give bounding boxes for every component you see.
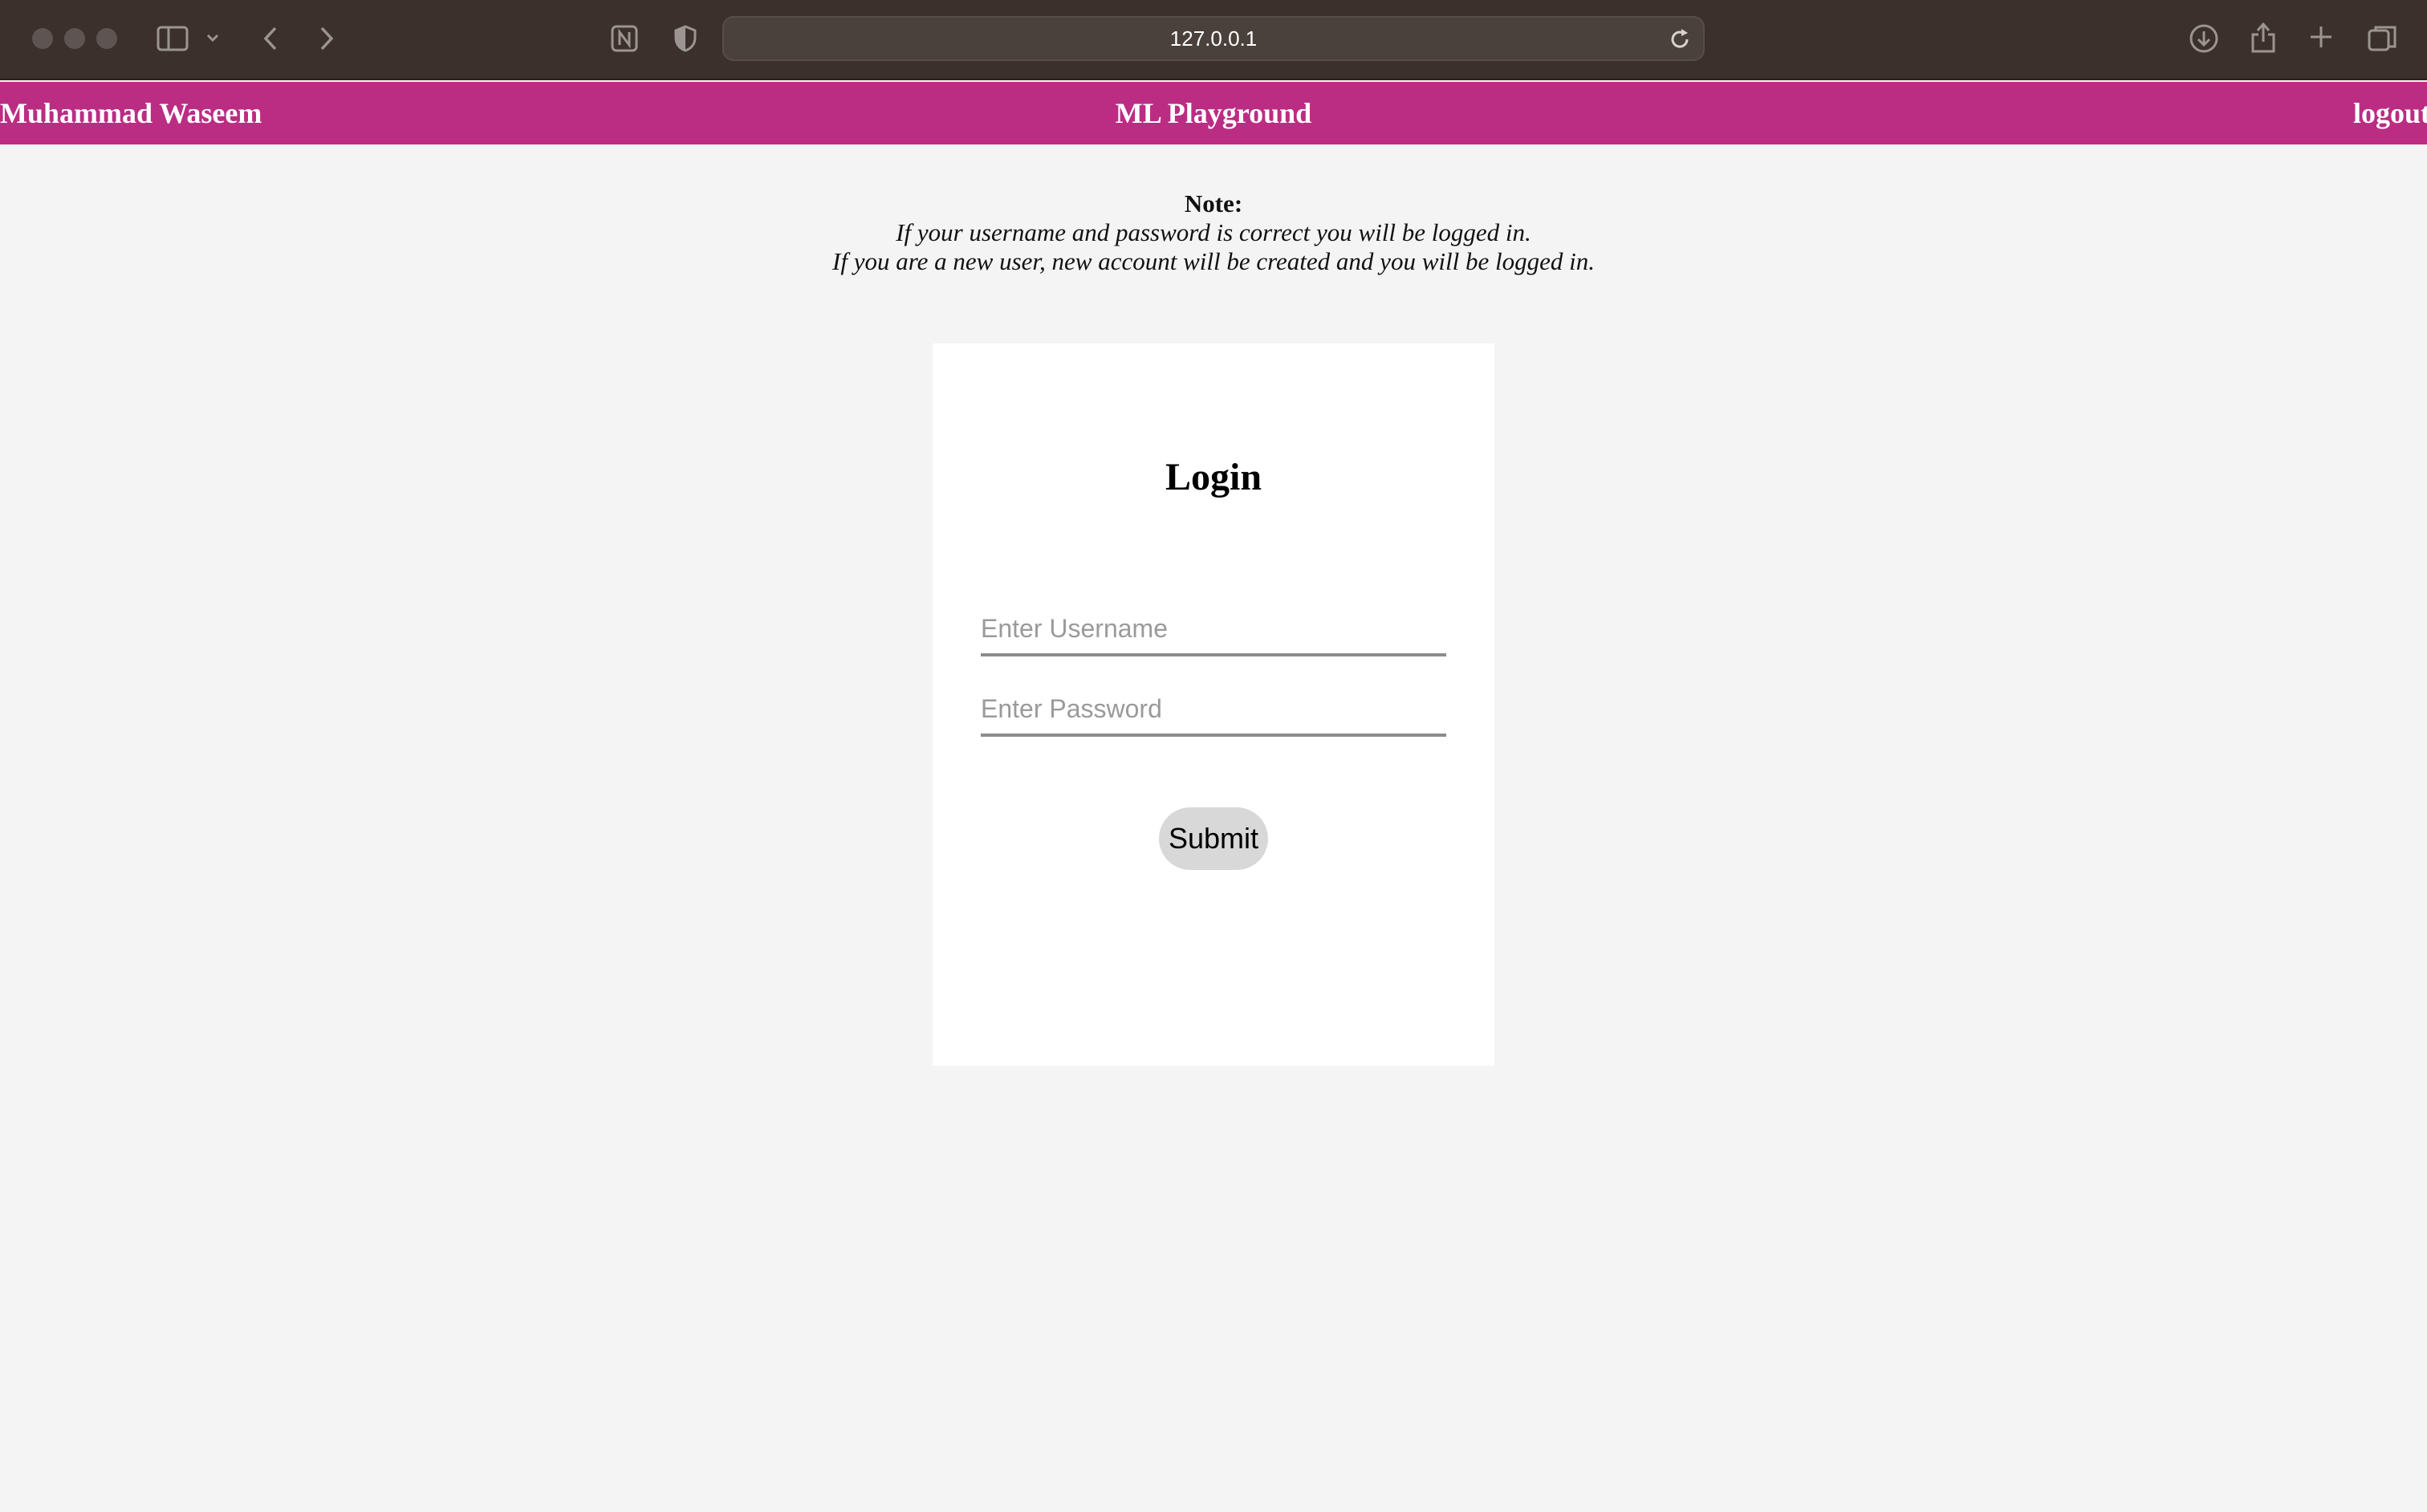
password-input[interactable]	[981, 689, 1446, 737]
back-icon[interactable]	[258, 22, 283, 55]
address-bar[interactable]: 127.0.0.1	[722, 16, 1705, 61]
note-line-existing-user: If your username and password is correct…	[896, 218, 1531, 246]
submit-button[interactable]: Submit	[1159, 807, 1268, 870]
downloads-icon[interactable]	[2186, 21, 2222, 56]
notion-extension-icon[interactable]	[608, 22, 640, 55]
close-window-button[interactable]	[32, 28, 53, 49]
app-header: Muhammad Waseem ML Playground logout	[0, 82, 2427, 144]
reload-icon[interactable]	[1668, 27, 1692, 51]
logout-link[interactable]: logout	[2353, 82, 2427, 144]
zoom-window-button[interactable]	[96, 28, 117, 49]
username-input[interactable]	[981, 608, 1446, 656]
privacy-shield-icon[interactable]	[669, 22, 701, 55]
forward-icon[interactable]	[315, 22, 339, 55]
login-heading: Login	[1165, 456, 1262, 498]
new-tab-icon[interactable]	[2305, 21, 2337, 53]
app-title: ML Playground	[1115, 97, 1312, 129]
share-icon[interactable]	[2247, 18, 2279, 56]
note-title: Note:	[1184, 189, 1243, 217]
address-text[interactable]: 127.0.0.1	[724, 18, 1703, 59]
browser-toolbar: 127.0.0.1	[0, 0, 2427, 80]
note-line-new-user: If you are a new user, new account will …	[832, 247, 1595, 275]
minimize-window-button[interactable]	[64, 28, 85, 49]
chevron-down-icon[interactable]	[204, 29, 222, 47]
login-note: Note: If your username and password is c…	[0, 189, 2427, 276]
tab-overview-icon[interactable]	[2364, 21, 2400, 56]
sidebar-toggle-icon[interactable]	[156, 24, 189, 53]
